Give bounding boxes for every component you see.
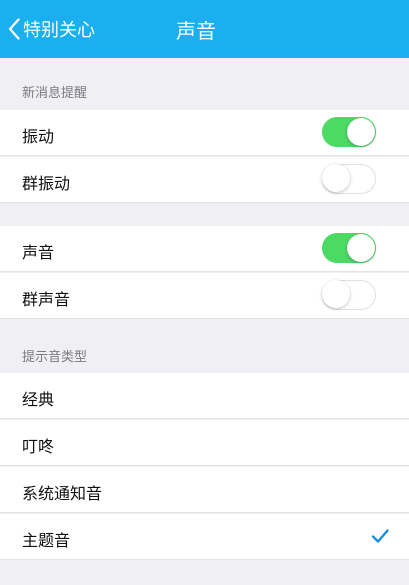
- back-button[interactable]: 特别关心: [8, 12, 95, 46]
- row-group-vibrate-label: 群振动: [22, 174, 71, 193]
- page-title: 声音: [176, 19, 216, 43]
- vibrate-toggle[interactable]: [322, 117, 376, 147]
- toggle-knob: [347, 118, 375, 146]
- navigation-bar: 特别关心 声音: [0, 0, 409, 58]
- sound-type-classic-label: 经典: [22, 390, 55, 409]
- sound-type-classic[interactable]: 经典: [0, 373, 409, 419]
- row-group-sound-label: 群声音: [22, 290, 71, 309]
- group-vibrate-toggle[interactable]: [322, 164, 376, 194]
- sound-type-system[interactable]: 系统通知音: [0, 467, 409, 513]
- sound-type-theme-label: 主题音: [22, 531, 71, 550]
- row-group-sound: 群声音: [0, 273, 409, 319]
- sound-toggle[interactable]: [322, 233, 376, 263]
- section-header-label: 新消息提醒: [22, 86, 88, 101]
- row-vibrate-label: 振动: [22, 127, 55, 146]
- toggle-knob: [347, 234, 375, 262]
- sound-type-dingdong[interactable]: 叮咚: [0, 420, 409, 466]
- back-button-label: 特别关心: [23, 20, 95, 41]
- toggle-knob: [322, 280, 350, 308]
- group-sound-toggle[interactable]: [322, 280, 376, 310]
- row-sound: 声音: [0, 226, 409, 272]
- toggle-knob: [322, 164, 350, 192]
- row-vibrate: 振动: [0, 110, 409, 156]
- sound-type-theme[interactable]: 主题音: [0, 514, 409, 560]
- sound-type-dingdong-label: 叮咚: [22, 437, 55, 456]
- section-header-label: 提示音类型: [22, 350, 88, 365]
- row-group-vibrate: 群振动: [0, 157, 409, 203]
- checkmark-icon: [371, 529, 389, 543]
- row-sound-label: 声音: [22, 243, 55, 262]
- sound-type-system-label: 系统通知音: [22, 484, 103, 503]
- chevron-left-icon: [8, 18, 20, 40]
